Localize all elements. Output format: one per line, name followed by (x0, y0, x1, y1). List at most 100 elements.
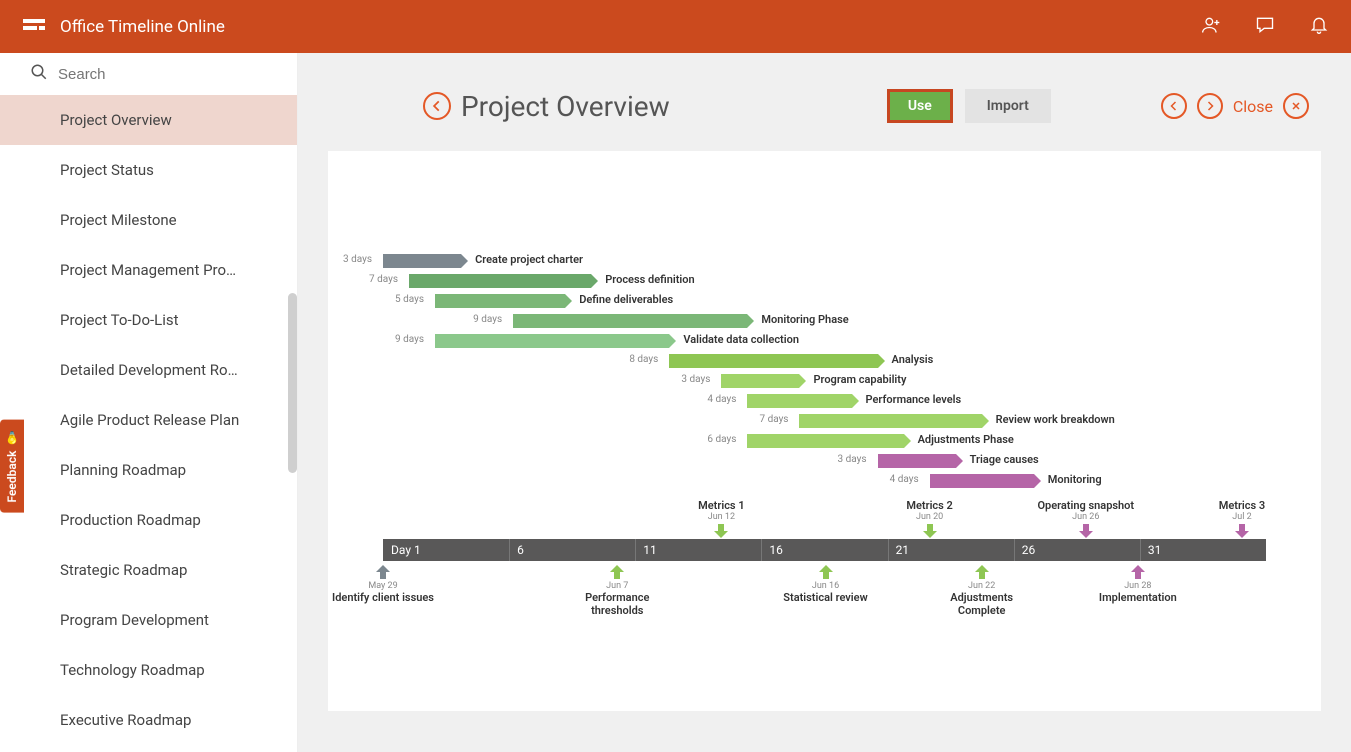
bell-icon[interactable] (1309, 15, 1329, 39)
sidebar-item[interactable]: Project Milestone (0, 195, 297, 245)
task-bar[interactable] (747, 394, 851, 408)
task-bar[interactable] (409, 274, 591, 288)
brand-title: Office Timeline Online (60, 17, 225, 37)
close-label[interactable]: Close (1233, 97, 1273, 116)
page-title: Project Overview (461, 90, 670, 123)
task-duration: 5 days (395, 294, 424, 305)
task-bar[interactable] (930, 474, 1034, 488)
task-bar[interactable] (747, 434, 903, 448)
task-row: Validate data collection 9 days (383, 331, 1266, 351)
chat-icon[interactable] (1255, 15, 1275, 39)
task-row: Process definition7 days (383, 271, 1266, 291)
search-input[interactable] (58, 66, 257, 83)
task-label: Triage causes (970, 453, 1039, 466)
task-duration: 7 days (369, 274, 398, 285)
task-label: Analysis (892, 353, 934, 366)
sidebar-item[interactable]: Strategic Roadmap (0, 545, 297, 595)
task-bar[interactable] (383, 254, 461, 268)
brand-icon (22, 16, 46, 38)
sidebar-item[interactable]: Technology Roadmap (0, 645, 297, 695)
top-actions (1201, 15, 1329, 39)
task-row: Monitoring Phase 9 days (383, 311, 1266, 331)
back-button[interactable] (423, 92, 451, 120)
milestone[interactable]: Metrics 1Jun 12 (666, 499, 776, 540)
task-label: Create project charter (475, 253, 583, 266)
sidebar-item[interactable]: Executive Roadmap (0, 695, 297, 745)
sidebar-item[interactable]: Project Management Pro… (0, 245, 297, 295)
task-bar[interactable] (799, 414, 981, 428)
task-label: Review work breakdown (996, 413, 1115, 426)
task-duration: 4 days (890, 474, 919, 485)
task-bar[interactable] (878, 454, 956, 468)
sidebar-item[interactable]: Planning Roadmap (0, 445, 297, 495)
task-duration: 3 days (681, 374, 710, 385)
task-bar[interactable] (435, 294, 565, 308)
task-duration: 3 days (838, 454, 867, 465)
sidebar-item[interactable]: Project To-Do-List (0, 295, 297, 345)
task-bar[interactable] (721, 374, 799, 388)
task-row: Program capability 3 days (383, 371, 1266, 391)
milestone[interactable]: Operating snapshotJun 26 (1031, 499, 1141, 540)
task-bar[interactable] (669, 354, 877, 368)
gantt-area: Create project charter 3 days Process defi… (383, 251, 1266, 491)
content-header: Project Overview Use Import Close (423, 79, 1309, 133)
use-button[interactable]: Use (887, 89, 953, 123)
task-label: Program capability (813, 373, 906, 386)
milestone[interactable]: Jun 16Statistical review (771, 563, 881, 604)
task-duration: 9 days (395, 334, 424, 345)
top-bar: Office Timeline Online (0, 0, 1351, 53)
task-duration: 9 days (473, 314, 502, 325)
task-label: Adjustments Phase (918, 433, 1014, 446)
sidebar-item[interactable]: Detailed Development Ro… (0, 345, 297, 395)
axis-tick: 21 (888, 539, 1014, 561)
task-label: Validate data collection (683, 333, 799, 346)
milestone[interactable]: Jun 22Adjustments Complete (927, 563, 1037, 617)
feedback-label: Feedback (5, 451, 19, 503)
axis-tick: 11 (635, 539, 761, 561)
prev-button[interactable] (1161, 93, 1187, 119)
axis-tick: Day 1 (383, 539, 509, 561)
sidebar-scrollbar[interactable] (288, 293, 297, 473)
time-axis: Day 161116212631 (383, 539, 1266, 561)
task-bar[interactable] (435, 334, 669, 348)
sidebar-item[interactable]: Agile Product Release Plan (0, 395, 297, 445)
milestone[interactable]: Jun 7Performance thresholds (562, 563, 672, 617)
brand: Office Timeline Online (22, 16, 225, 38)
task-row: Define deliverables 5 days (383, 291, 1266, 311)
feedback-tab[interactable]: Feedback 💡 (0, 420, 24, 513)
axis-tick: 31 (1140, 539, 1266, 561)
add-user-icon[interactable] (1201, 15, 1221, 39)
sidebar-item[interactable]: Project Overview (0, 95, 297, 145)
next-button[interactable] (1197, 93, 1223, 119)
close-button[interactable] (1283, 93, 1309, 119)
task-duration: 8 days (629, 354, 658, 365)
task-bar[interactable] (513, 314, 747, 328)
milestone[interactable]: Metrics 3Jul 2 (1187, 499, 1297, 540)
task-row: Monitoring 4 days (383, 471, 1266, 491)
task-label: Monitoring (1048, 473, 1102, 486)
sidebar: Project OverviewProject StatusProject Mi… (0, 53, 298, 752)
timeline-canvas: Create project charter 3 days Process defi… (328, 151, 1321, 711)
axis-tick: 16 (761, 539, 887, 561)
task-duration: 4 days (707, 394, 736, 405)
import-button[interactable]: Import (965, 89, 1051, 123)
task-row: Adjustments Phase6 days (383, 431, 1266, 451)
sidebar-item[interactable]: Project Status (0, 145, 297, 195)
milestone[interactable]: Metrics 2Jun 20 (875, 499, 985, 540)
nav-controls: Close (1161, 93, 1309, 119)
milestone[interactable]: May 29Identify client issues (328, 563, 438, 604)
task-row: Performance levels4 days (383, 391, 1266, 411)
task-duration: 7 days (759, 414, 788, 425)
search-row[interactable] (0, 53, 297, 95)
button-group: Use Import (887, 89, 1051, 123)
sidebar-item[interactable]: Program Development (0, 595, 297, 645)
task-label: Monitoring Phase (761, 313, 848, 326)
sidebar-item[interactable]: Production Roadmap (0, 495, 297, 545)
milestone[interactable]: Jun 28Implementation (1083, 563, 1193, 604)
sidebar-item[interactable]: Migration Plan (0, 745, 297, 752)
content-area: Project Overview Use Import Close Create… (298, 53, 1351, 752)
bulb-icon: 💡 (5, 430, 19, 445)
task-row: Triage causes 3 days (383, 451, 1266, 471)
task-label: Define deliverables (579, 293, 673, 306)
axis-tick: 6 (509, 539, 635, 561)
